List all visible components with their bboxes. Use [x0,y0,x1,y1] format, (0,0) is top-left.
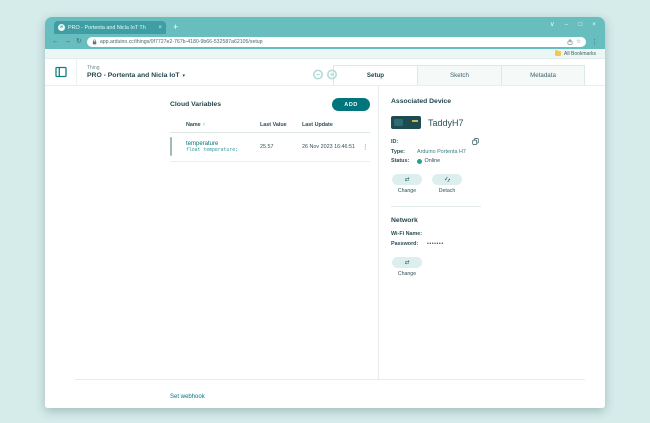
left-spacer [45,86,170,379]
device-details: ID: Type: Arduino Portenta H7 [391,138,479,164]
detach-icon [444,176,451,183]
wifi-name-label: Wi-Fi Name: [391,231,427,237]
browser-tab[interactable]: ∞ PRO - Portenta and Nicla IoT Th × [54,21,166,34]
caret-down-icon: ▾ [183,73,186,79]
window-close-icon[interactable]: × [592,21,596,29]
network-heading: Network [391,217,585,224]
tab-setup[interactable]: Setup [333,65,417,85]
arduino-favicon-icon: ∞ [58,24,65,31]
thing-tabs: Setup Sketch Metadata [333,65,585,85]
add-variable-button[interactable]: ADD [332,98,370,111]
device-type-value: Arduino Portenta H7 [417,149,466,155]
content-area: Cloud Variables ADD Name ↑ Last Value La… [45,86,605,379]
arduino-logo-icon [312,67,338,85]
sidebar-rail [45,59,77,85]
online-status-icon [417,159,422,164]
device-status-label: Status: [391,158,417,164]
copy-id-icon[interactable] [472,138,479,145]
browser-tab-title: PRO - Portenta and Nicla IoT Th [68,25,155,31]
variable-last-update: 26 Nov 2023 16:46:51 [302,144,362,150]
change-network-label: Change [398,271,416,277]
column-last-update: Last Update [302,122,362,128]
app-footer: Set webhook [75,379,585,408]
back-icon[interactable]: ← [52,38,59,46]
window-minimize-icon[interactable]: – [565,21,569,29]
all-bookmarks-label[interactable]: All Bookmarks [564,51,596,57]
set-webhook-link[interactable]: Set webhook [170,394,205,400]
cloud-variables-panel: Cloud Variables ADD Name ↑ Last Value La… [170,86,378,379]
tab-close-icon[interactable]: × [158,25,162,31]
board-thumbnail [391,116,421,129]
share-icon[interactable] [567,39,573,45]
thing-name: PRO - Portenta and Nicla IoT [87,72,180,79]
change-device-button[interactable]: ⇄ Change [391,174,423,194]
detach-device-button[interactable]: Detach [431,174,463,194]
device-id-label: ID: [391,139,417,145]
network-details: Wi-Fi Name: Password: ••••••• [391,231,585,247]
variable-declaration: float temperature; [186,148,260,153]
table-row: temperature float temperature; 25.57 26 … [170,133,370,162]
password-label: Password: [391,241,427,247]
device-name: TaddyH7 [428,118,464,128]
tab-sketch[interactable]: Sketch [417,65,501,85]
device-panel: Associated Device TaddyH7 ID: [378,86,585,379]
device-type-label: Type: [391,149,417,155]
thing-eyebrow: Thing [87,65,185,71]
swap-icon: ⇄ [405,260,410,266]
browser-window: ∞ PRO - Portenta and Nicla IoT Th × + ∨ … [45,17,605,408]
detach-device-label: Detach [439,188,455,194]
column-name[interactable]: Name [186,122,201,128]
variable-last-value: 25.57 [260,144,302,150]
thing-name-dropdown[interactable]: PRO - Portenta and Nicla IoT ▾ [87,72,185,79]
browser-toolbar: ← → ↻ app.arduino.cc/things/0f7727e2-767… [45,34,605,49]
change-network-button[interactable]: ⇄ Change [391,257,423,277]
password-value: ••••••• [427,241,444,247]
url-text: app.arduino.cc/things/0f7727e2-767b-4180… [100,39,564,45]
associated-device-heading: Associated Device [391,98,585,105]
section-divider [391,206,481,207]
arduino-cloud-app: Thing PRO - Portenta and Nicla IoT ▾ Set… [45,59,605,408]
cloud-variables-heading: Cloud Variables [170,101,221,108]
bookmarks-bar: All Bookmarks [45,49,605,59]
variables-table-header: Name ↑ Last Value Last Update [170,122,370,133]
sort-ascending-icon[interactable]: ↑ [203,122,206,128]
browser-titlebar: ∞ PRO - Portenta and Nicla IoT Th × + ∨ … [45,17,605,34]
change-device-label: Change [398,188,416,194]
thing-title-block: Thing PRO - Portenta and Nicla IoT ▾ [87,65,185,80]
variable-name-link[interactable]: temperature [186,141,260,147]
window-controls: ∨ – □ × [550,21,596,29]
reload-icon[interactable]: ↻ [76,38,82,46]
lock-icon [92,39,97,45]
variables-table: Name ↑ Last Value Last Update temperatur… [170,122,370,162]
swap-icon: ⇄ [405,177,410,183]
row-kebab-icon[interactable]: ⋮ [362,143,370,151]
window-maximize-icon[interactable]: □ [578,21,582,29]
window-menu-icon[interactable]: ∨ [550,21,555,29]
bookmark-star-icon[interactable]: ☆ [576,39,581,45]
new-tab-icon[interactable]: + [173,23,178,32]
tab-metadata[interactable]: Metadata [501,65,585,85]
device-status-value: Online [425,158,441,164]
bookmarks-folder-icon [555,51,561,56]
forward-icon[interactable]: → [64,38,71,46]
browser-menu-icon[interactable]: ⋮ [591,38,598,46]
row-checkbox[interactable] [170,137,172,156]
column-last-value: Last Value [260,122,302,128]
sidebar-toggle-icon[interactable] [55,66,67,78]
url-input[interactable]: app.arduino.cc/things/0f7727e2-767b-4180… [87,37,586,47]
app-header: Thing PRO - Portenta and Nicla IoT ▾ Set… [45,59,605,86]
